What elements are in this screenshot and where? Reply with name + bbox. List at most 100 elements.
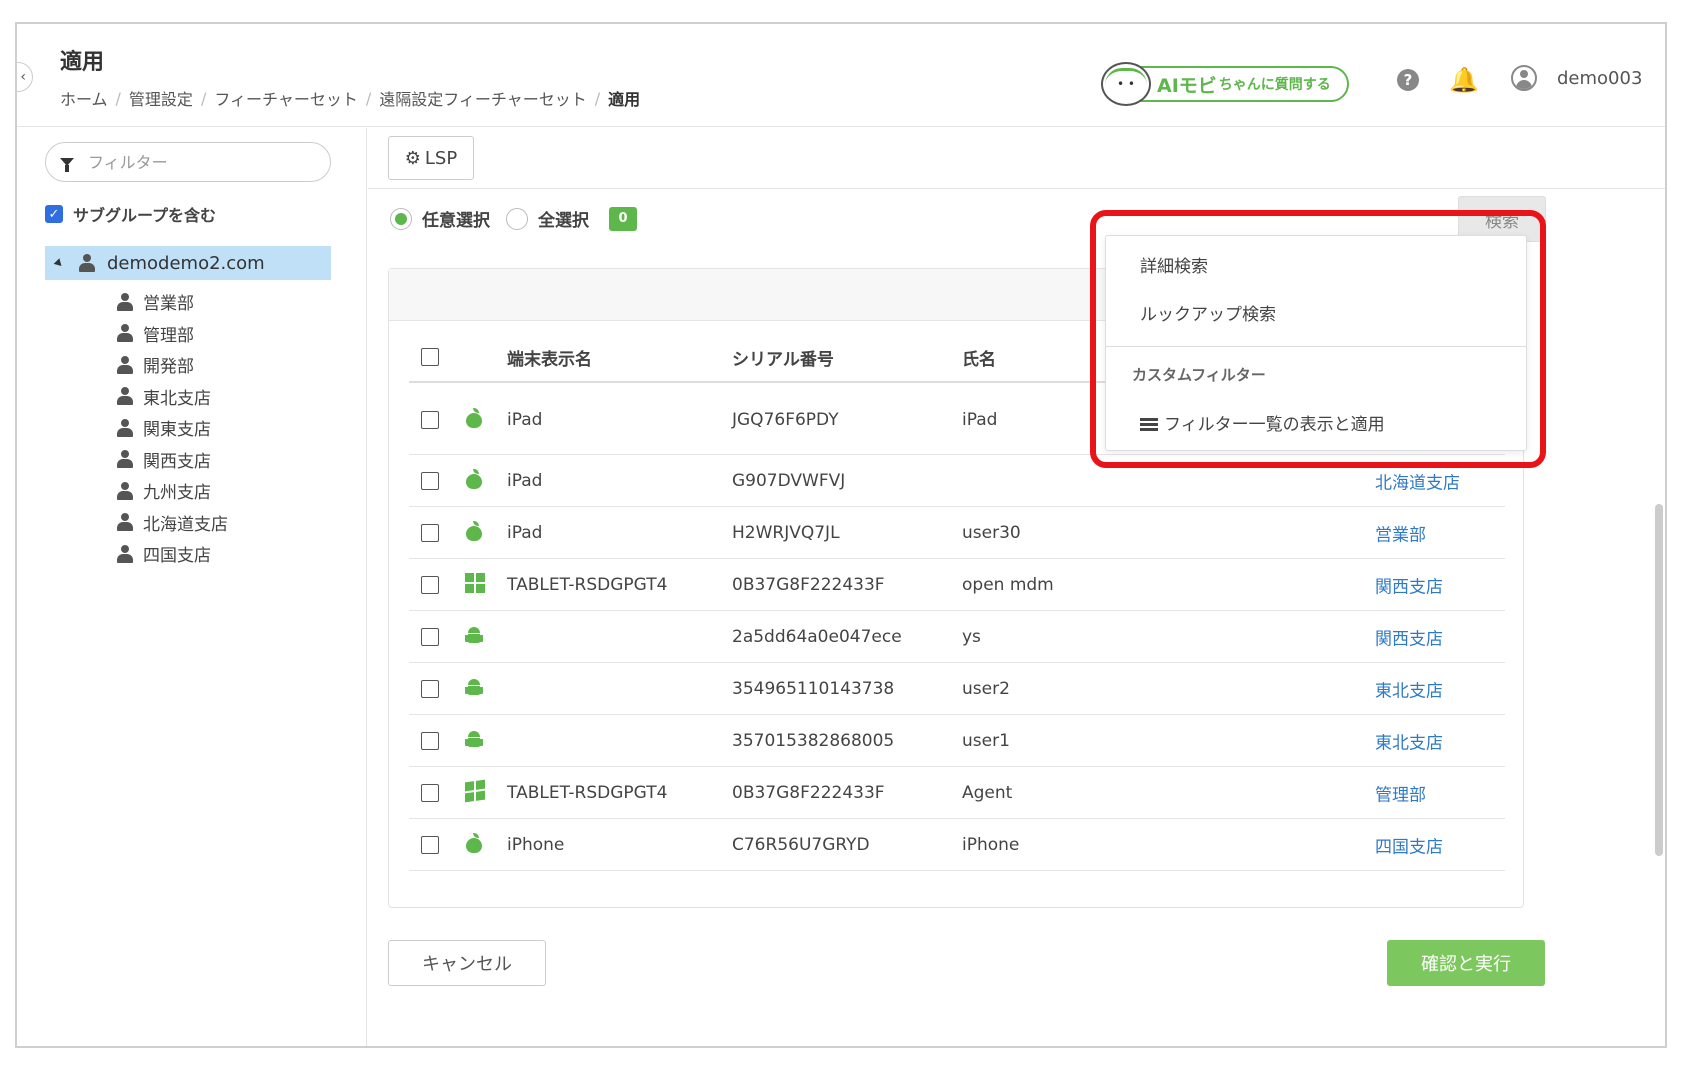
row-checkbox[interactable] bbox=[421, 783, 439, 802]
bell-icon[interactable]: 🔔 bbox=[1449, 66, 1479, 94]
cell-serial: 2a5dd64a0e047ece bbox=[732, 626, 902, 647]
tree-node-sales[interactable]: 営業部 bbox=[117, 286, 228, 318]
tree-node-dev[interactable]: 開発部 bbox=[117, 349, 228, 381]
tree-root-label: demodemo2.com bbox=[107, 252, 265, 274]
apple-icon bbox=[465, 520, 485, 545]
include-subgroups-row[interactable]: ✓ サブグループを含む bbox=[45, 202, 216, 226]
confirm-execute-button[interactable]: 確認と実行 bbox=[1387, 940, 1545, 986]
tree-node-label: 管理部 bbox=[143, 325, 194, 346]
table-row[interactable]: iPad H2WRJVQ7JL user30 営業部 bbox=[409, 507, 1505, 559]
cell-serial: G907DVWFVJ bbox=[732, 470, 846, 491]
ai-assistant-button[interactable]: • • AIモビ ちゃんに質問する bbox=[1101, 62, 1349, 106]
breadcrumb-feature-set[interactable]: フィーチャーセット bbox=[214, 86, 358, 110]
radio-all-label[interactable]: 全選択 bbox=[538, 206, 589, 231]
breadcrumb-separator: / bbox=[200, 88, 207, 108]
breadcrumb-admin-settings[interactable]: 管理設定 bbox=[129, 86, 193, 110]
row-checkbox[interactable] bbox=[421, 471, 439, 490]
help-icon[interactable]: ? bbox=[1397, 69, 1419, 91]
cell-device-name: TABLET-RSDGPGT4 bbox=[507, 574, 668, 595]
lsp-button[interactable]: ⚙ LSP bbox=[388, 136, 474, 180]
expand-toggle-icon[interactable] bbox=[53, 257, 65, 269]
table-row[interactable]: iPhone C76R56U7GRYD iPhone 四国支店 bbox=[409, 819, 1505, 871]
cell-group-link[interactable]: 四国支店 bbox=[1375, 832, 1443, 857]
menu-item-filter-list[interactable]: フィルター一覧の表示と適用 bbox=[1140, 410, 1385, 435]
chevron-left-icon: ‹ bbox=[20, 69, 26, 85]
group-icon bbox=[117, 355, 133, 374]
menu-item-advanced-search[interactable]: 詳細検索 bbox=[1140, 252, 1208, 277]
cell-group-link[interactable]: 東北支店 bbox=[1375, 728, 1443, 753]
cell-serial: H2WRJVQ7JL bbox=[732, 522, 840, 543]
tree-node-label: 営業部 bbox=[143, 294, 194, 315]
row-checkbox[interactable] bbox=[421, 410, 439, 429]
row-checkbox[interactable] bbox=[421, 679, 439, 698]
table-row[interactable]: TABLET-RSDGPGT4 0B37G8F222433F open mdm … bbox=[409, 559, 1505, 611]
cell-group-link[interactable]: 関西支店 bbox=[1375, 572, 1443, 597]
include-subgroups-label: サブグループを含む bbox=[73, 206, 217, 225]
select-all-checkbox[interactable] bbox=[421, 348, 439, 366]
cancel-button[interactable]: キャンセル bbox=[388, 940, 546, 986]
row-checkbox[interactable] bbox=[421, 835, 439, 854]
group-icon bbox=[117, 418, 133, 437]
tree-node-kanto[interactable]: 関東支店 bbox=[117, 412, 228, 444]
radio-select-all[interactable] bbox=[506, 207, 528, 230]
menu-item-filter-list-label: フィルター一覧の表示と適用 bbox=[1164, 415, 1385, 435]
table-body: iPad JGQ76F6PDY iPad iPad G907DVWFVJ 北海道… bbox=[409, 385, 1505, 871]
menu-divider bbox=[1106, 346, 1526, 347]
tree-node-kansai[interactable]: 関西支店 bbox=[117, 444, 228, 476]
breadcrumb-separator: / bbox=[594, 88, 601, 108]
group-icon bbox=[117, 513, 133, 532]
tree-node-label: 四国支店 bbox=[143, 546, 211, 567]
radio-any-selection[interactable] bbox=[390, 207, 412, 230]
selected-count-badge: 0 bbox=[609, 206, 637, 231]
row-checkbox[interactable] bbox=[421, 627, 439, 646]
table-row[interactable]: iPad G907DVWFVJ 北海道支店 bbox=[409, 455, 1505, 507]
breadcrumb-separator: / bbox=[115, 88, 121, 108]
cell-group-link[interactable]: 営業部 bbox=[1375, 520, 1426, 545]
row-checkbox[interactable] bbox=[421, 575, 439, 594]
breadcrumb-separator: / bbox=[365, 88, 372, 108]
column-header-serial[interactable]: シリアル番号 bbox=[732, 345, 834, 370]
column-header-device-name[interactable]: 端末表示名 bbox=[507, 345, 592, 370]
breadcrumb-remote-feature-set[interactable]: 遠隔設定フィーチャーセット bbox=[379, 86, 587, 110]
filter-input[interactable] bbox=[88, 152, 308, 172]
app-window: ‹ 適用 ホーム / 管理設定 / フィーチャーセット / 遠隔設定フィーチャー… bbox=[15, 22, 1667, 1048]
tree-node-label: 関東支店 bbox=[143, 420, 211, 441]
list-icon bbox=[1140, 418, 1158, 432]
cell-group-link[interactable]: 関西支店 bbox=[1375, 624, 1443, 649]
tree-root-node[interactable]: demodemo2.com bbox=[45, 246, 331, 280]
table-row[interactable]: 354965110143738 user2 東北支店 bbox=[409, 663, 1505, 715]
cell-user-name: iPad bbox=[962, 409, 998, 430]
menu-item-lookup-search[interactable]: ルックアップ検索 bbox=[1140, 300, 1276, 325]
group-icon bbox=[117, 387, 133, 406]
tree-node-shikoku[interactable]: 四国支店 bbox=[117, 538, 228, 570]
table-row[interactable]: TABLET-RSDGPGT4 0B37G8F222433F Agent 管理部 bbox=[409, 767, 1505, 819]
row-checkbox[interactable] bbox=[421, 523, 439, 542]
table-row[interactable]: 2a5dd64a0e047ece ys 関西支店 bbox=[409, 611, 1505, 663]
vertical-scrollbar[interactable] bbox=[1655, 504, 1663, 856]
row-checkbox[interactable] bbox=[421, 731, 439, 750]
cell-group-link[interactable]: 東北支店 bbox=[1375, 676, 1443, 701]
cell-user-name: user30 bbox=[962, 522, 1021, 543]
page-header: 適用 ホーム / 管理設定 / フィーチャーセット / 遠隔設定フィーチャーセッ… bbox=[17, 24, 1665, 127]
table-row[interactable]: 357015382868005 user1 東北支店 bbox=[409, 715, 1505, 767]
cell-serial: C76R56U7GRYD bbox=[732, 834, 870, 855]
tree-node-label: 九州支店 bbox=[143, 483, 211, 504]
column-header-user-name[interactable]: 氏名 bbox=[962, 345, 996, 370]
cell-group-link[interactable]: 管理部 bbox=[1375, 780, 1426, 805]
filter-field[interactable] bbox=[45, 142, 331, 182]
cell-group-link[interactable]: 北海道支店 bbox=[1375, 468, 1460, 493]
tree-node-label: 関西支店 bbox=[143, 451, 211, 472]
include-subgroups-checkbox[interactable]: ✓ bbox=[45, 205, 63, 223]
user-avatar-icon[interactable] bbox=[1511, 65, 1537, 91]
group-tree-panel: ✓ サブグループを含む demodemo2.com 営業部 管理部 開発部 東北… bbox=[17, 128, 367, 1046]
tree-node-tohoku[interactable]: 東北支店 bbox=[117, 381, 228, 413]
username[interactable]: demo003 bbox=[1557, 68, 1642, 89]
tree-node-admin[interactable]: 管理部 bbox=[117, 318, 228, 350]
cell-user-name: iPhone bbox=[962, 834, 1020, 855]
page-title: 適用 bbox=[60, 50, 105, 75]
radio-any-label[interactable]: 任意選択 bbox=[422, 206, 490, 231]
breadcrumb-home[interactable]: ホーム bbox=[60, 86, 108, 110]
apple-icon bbox=[465, 407, 485, 432]
tree-node-hokkaido[interactable]: 北海道支店 bbox=[117, 507, 228, 539]
tree-node-kyushu[interactable]: 九州支店 bbox=[117, 475, 228, 507]
